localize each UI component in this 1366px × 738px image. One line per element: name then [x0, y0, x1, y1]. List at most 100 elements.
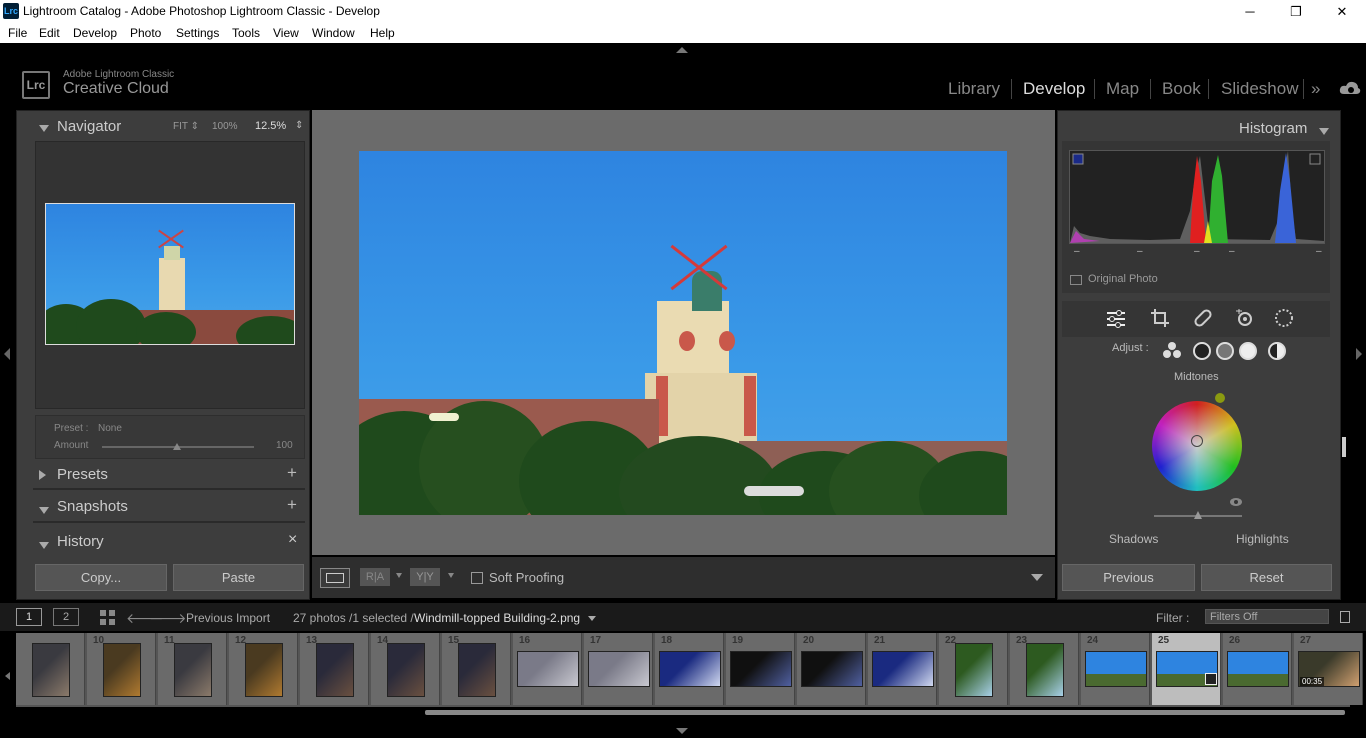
- modules-more-icon[interactable]: »: [1311, 79, 1320, 99]
- filmstrip-thumbnail[interactable]: [955, 643, 993, 697]
- module-library[interactable]: Library: [948, 79, 1000, 99]
- before-after-dropdown-icon[interactable]: [396, 573, 402, 578]
- amount-slider-thumb[interactable]: [173, 443, 181, 450]
- eye-icon[interactable]: [1229, 497, 1243, 507]
- shadows-wheel-icon[interactable]: [1193, 342, 1211, 360]
- filmstrip-cell[interactable]: 21: [868, 633, 937, 705]
- menu-settings[interactable]: Settings: [176, 26, 219, 40]
- minimize-button[interactable]: ─: [1227, 0, 1273, 23]
- before-after-button[interactable]: R|A: [360, 568, 390, 586]
- forward-arrow-icon[interactable]: 🡒: [149, 610, 187, 627]
- history-title[interactable]: History: [57, 533, 104, 550]
- histogram-graph[interactable]: [1069, 150, 1325, 244]
- navigator-title[interactable]: Navigator: [57, 118, 121, 135]
- masking-icon[interactable]: [1274, 308, 1294, 328]
- red-eye-icon[interactable]: [1235, 308, 1255, 328]
- histogram-title[interactable]: Histogram: [1239, 120, 1307, 137]
- loupe-view-button[interactable]: [320, 568, 350, 588]
- luminance-slider-thumb[interactable]: [1194, 511, 1202, 519]
- filmstrip-thumbnail[interactable]: [103, 643, 141, 697]
- snapshots-collapse-icon[interactable]: [39, 503, 49, 517]
- second-window-button[interactable]: 2: [53, 608, 79, 626]
- filmstrip-thumbnail[interactable]: [1026, 643, 1064, 697]
- main-photo[interactable]: [359, 151, 1007, 515]
- midtones-wheel-icon[interactable]: [1216, 342, 1234, 360]
- menu-help[interactable]: Help: [370, 26, 395, 40]
- color-wheel-handle[interactable]: [1191, 435, 1203, 447]
- menu-window[interactable]: Window: [312, 26, 355, 40]
- filmstrip-thumbnail[interactable]: [1085, 651, 1147, 687]
- filmstrip-cell[interactable]: 24: [1081, 633, 1150, 705]
- close-button[interactable]: ✕: [1319, 0, 1365, 23]
- filter-select[interactable]: Filters Off: [1205, 609, 1329, 624]
- filmstrip-thumbnail[interactable]: [32, 643, 70, 697]
- filmstrip-cell[interactable]: 22: [939, 633, 1008, 705]
- healing-icon[interactable]: [1193, 308, 1213, 328]
- filmstrip-cell[interactable]: 18: [655, 633, 724, 705]
- filmstrip-thumbnail[interactable]: [458, 643, 496, 697]
- crop-icon[interactable]: [1150, 308, 1170, 328]
- filter-lock-icon[interactable]: [1340, 611, 1350, 623]
- filmstrip-cell[interactable]: 19: [726, 633, 795, 705]
- filmstrip-cell[interactable]: 11: [158, 633, 227, 705]
- original-photo-checkbox[interactable]: [1070, 275, 1082, 285]
- paste-button[interactable]: Paste: [173, 564, 304, 591]
- filmstrip-cell[interactable]: 14: [371, 633, 440, 705]
- filmstrip-cell[interactable]: 23: [1010, 633, 1079, 705]
- previous-button[interactable]: Previous: [1062, 564, 1195, 591]
- filmstrip-thumbnail[interactable]: [588, 651, 650, 687]
- filmstrip-scrollbar[interactable]: [425, 710, 1345, 715]
- module-slideshow[interactable]: Slideshow: [1221, 79, 1299, 99]
- zoom-dropdown-icon[interactable]: ⇕: [295, 120, 303, 131]
- history-collapse-icon[interactable]: [39, 538, 49, 552]
- main-window-button[interactable]: 1: [16, 608, 42, 626]
- filename-dropdown-icon[interactable]: [588, 616, 596, 621]
- filmstrip-cell[interactable]: 17: [584, 633, 653, 705]
- filmstrip-thumbnail[interactable]: [174, 643, 212, 697]
- right-scrollbar[interactable]: [1342, 437, 1346, 457]
- filmstrip-thumbnail[interactable]: [245, 643, 283, 697]
- module-map[interactable]: Map: [1106, 79, 1139, 99]
- hue-handle[interactable]: [1215, 393, 1225, 403]
- histogram-collapse-icon[interactable]: [1319, 124, 1329, 138]
- filmstrip-thumbnail[interactable]: [872, 651, 934, 687]
- snapshots-add-icon[interactable]: +: [287, 495, 297, 515]
- highlights-wheel-icon[interactable]: [1239, 342, 1257, 360]
- presets-expand-icon[interactable]: [39, 469, 46, 483]
- menu-tools[interactable]: Tools: [232, 26, 260, 40]
- filmstrip-thumbnail[interactable]: [659, 651, 721, 687]
- three-way-icon[interactable]: [1162, 341, 1182, 359]
- soft-proofing-checkbox[interactable]: [471, 572, 483, 584]
- presets-title[interactable]: Presets: [57, 466, 108, 483]
- filmstrip-thumbnail[interactable]: [1227, 651, 1289, 687]
- toolbar-menu-icon[interactable]: [1031, 574, 1043, 581]
- zoom-current[interactable]: 12.5%: [255, 120, 286, 132]
- menu-file[interactable]: File: [8, 26, 27, 40]
- filmstrip-cell[interactable]: 27 00:35: [1294, 633, 1363, 705]
- filmstrip-cell[interactable]: 20: [797, 633, 866, 705]
- menu-photo[interactable]: Photo: [130, 26, 161, 40]
- filmstrip-left-arrow-icon[interactable]: [5, 672, 10, 680]
- filmstrip-thumbnail[interactable]: [387, 643, 425, 697]
- collapse-right-icon[interactable]: [1356, 348, 1362, 360]
- restore-button[interactable]: ❐: [1273, 0, 1319, 23]
- filmstrip-thumbnail[interactable]: [316, 643, 354, 697]
- navigator-preview-image[interactable]: [45, 203, 295, 345]
- navigator-collapse-icon[interactable]: [39, 121, 49, 135]
- presets-add-icon[interactable]: +: [287, 463, 297, 483]
- filmstrip-thumbnail[interactable]: [517, 651, 579, 687]
- module-develop[interactable]: Develop: [1023, 79, 1085, 99]
- collapse-top-icon[interactable]: [676, 47, 688, 53]
- filmstrip-cell[interactable]: [16, 633, 85, 705]
- filmstrip-thumbnail[interactable]: [801, 651, 863, 687]
- source-label[interactable]: Previous Import: [186, 611, 270, 625]
- color-wheel[interactable]: [1152, 401, 1242, 491]
- filmstrip-cell[interactable]: 15: [442, 633, 511, 705]
- filmstrip-cell[interactable]: 13: [300, 633, 369, 705]
- zoom-fit[interactable]: FIT ⇕: [173, 121, 199, 132]
- global-wheel-icon[interactable]: [1268, 342, 1286, 360]
- menu-view[interactable]: View: [273, 26, 299, 40]
- reset-button[interactable]: Reset: [1201, 564, 1332, 591]
- collapse-bottom-icon[interactable]: [676, 728, 688, 734]
- filmstrip-cell[interactable]: 25: [1152, 633, 1221, 705]
